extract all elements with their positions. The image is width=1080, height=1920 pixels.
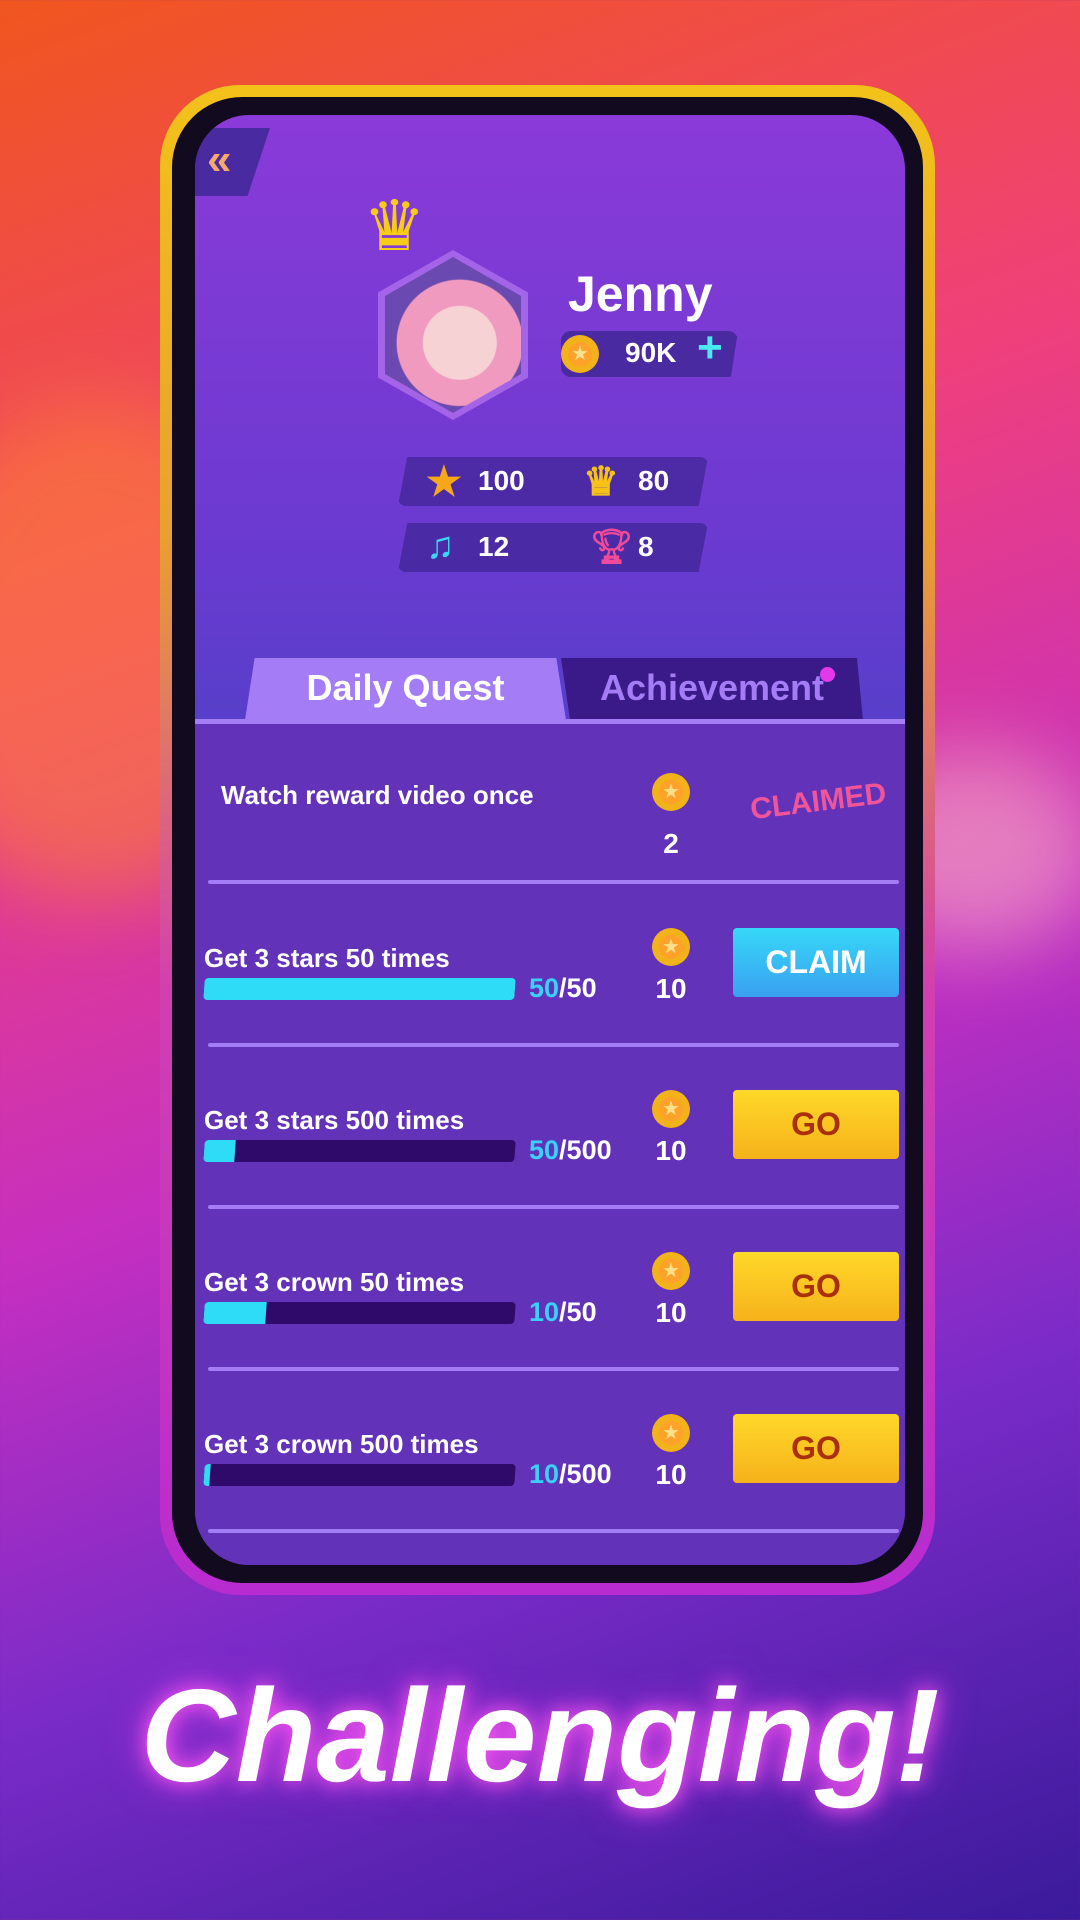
star-coin-icon: ★ [652,1252,690,1290]
row-divider [208,1205,899,1209]
avatar[interactable] [378,250,528,420]
quest-reward: 2 [663,828,679,859]
progress-count: 10/500 [529,1459,612,1490]
music-note-icon: ♫ [426,525,455,567]
progress-current: 10 [529,1297,560,1327]
row-divider [208,1367,899,1371]
go-button[interactable]: GO [733,1414,899,1483]
progress-bar [203,1140,516,1162]
star-coin-icon: ★ [652,928,690,966]
row-divider [208,1043,899,1047]
add-coins-button[interactable]: + [697,323,723,373]
progress-target: /500 [559,1459,612,1489]
progress-current: 50 [529,973,560,1003]
row-divider [208,1529,899,1533]
row-divider [208,880,899,884]
go-button[interactable]: GO [733,1252,899,1321]
avatar-image [385,257,521,413]
tab-achievement[interactable]: Achievement [561,658,863,720]
quest-title: Get 3 stars 500 times [204,1105,465,1135]
notification-dot [820,667,835,682]
progress-count: 50/50 [529,973,597,1004]
progress-fill [203,1464,211,1486]
double-chevron-left-icon: « [207,135,232,184]
coin-amount: 90K [625,337,677,368]
quest-reward: 10 [655,1135,687,1166]
progress-fill [203,978,516,1000]
quest-title: Get 3 crown 50 times [204,1267,465,1297]
songs-count: 12 [478,531,510,562]
crown-icon: ♛ [363,187,426,265]
progress-target: /50 [559,973,597,1003]
stats-row-2: ♫ 12 🏆︎ 8 [398,523,708,572]
progress-fill [203,1302,267,1324]
quest-title: Get 3 stars 50 times [204,943,450,973]
star-coin-icon: ★ [561,335,599,373]
progress-target: /500 [559,1135,612,1165]
quest-title: Watch reward video once [221,780,534,810]
stars-count: 100 [478,465,525,496]
star-coin-icon: ★ [652,773,690,811]
progress-count: 10/50 [529,1297,597,1328]
quest-title: Get 3 crown 500 times [204,1429,479,1459]
quest-reward: 10 [655,1297,687,1328]
trophy-icon: 🏆︎ [590,528,634,566]
progress-target: /50 [559,1297,597,1327]
progress-bar [203,978,516,1000]
star-coin-icon: ★ [652,1414,690,1452]
player-name: Jenny [568,266,713,322]
quest-reward: 10 [655,1459,687,1490]
progress-bar [203,1302,516,1324]
crown-icon: ♛ [583,460,619,504]
game-screen: « ♛ Jenny ★ 90K + ★ 100 ♛ 80 ♫ 12 🏆︎ 8 A… [195,115,905,1565]
headline: Challenging! [140,1662,940,1809]
tab-daily-quest[interactable]: Daily Quest [245,658,566,720]
progress-current: 50 [529,1135,560,1165]
trophies-count: 8 [638,531,654,562]
progress-bar [203,1464,516,1486]
back-button[interactable]: « [195,128,270,196]
progress-fill [203,1140,236,1162]
crowns-count: 80 [638,465,670,496]
stats-row-1: ★ 100 ♛ 80 [398,457,708,506]
claim-button[interactable]: CLAIM [733,928,899,997]
star-coin-icon: ★ [652,1090,690,1128]
star-icon: ★ [426,460,462,504]
go-button[interactable]: GO [733,1090,899,1159]
quest-reward: 10 [655,973,687,1004]
progress-count: 50/500 [529,1135,612,1166]
progress-current: 10 [529,1459,560,1489]
